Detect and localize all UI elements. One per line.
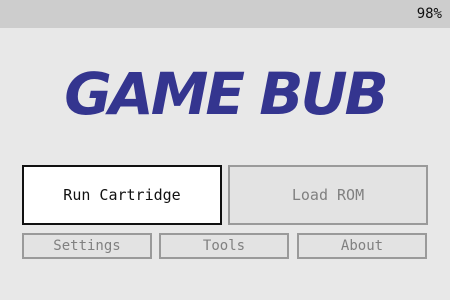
load-rom-button[interactable]: Load ROM <box>228 165 428 225</box>
battery-level: 98% <box>416 6 442 22</box>
status-bar: 98% <box>0 0 450 28</box>
tools-button[interactable]: Tools <box>159 233 289 259</box>
app-logo: GAME BUB <box>64 60 389 128</box>
settings-button[interactable]: Settings <box>22 233 152 259</box>
run-cartridge-button[interactable]: Run Cartridge <box>22 165 222 225</box>
about-button[interactable]: About <box>297 233 427 259</box>
